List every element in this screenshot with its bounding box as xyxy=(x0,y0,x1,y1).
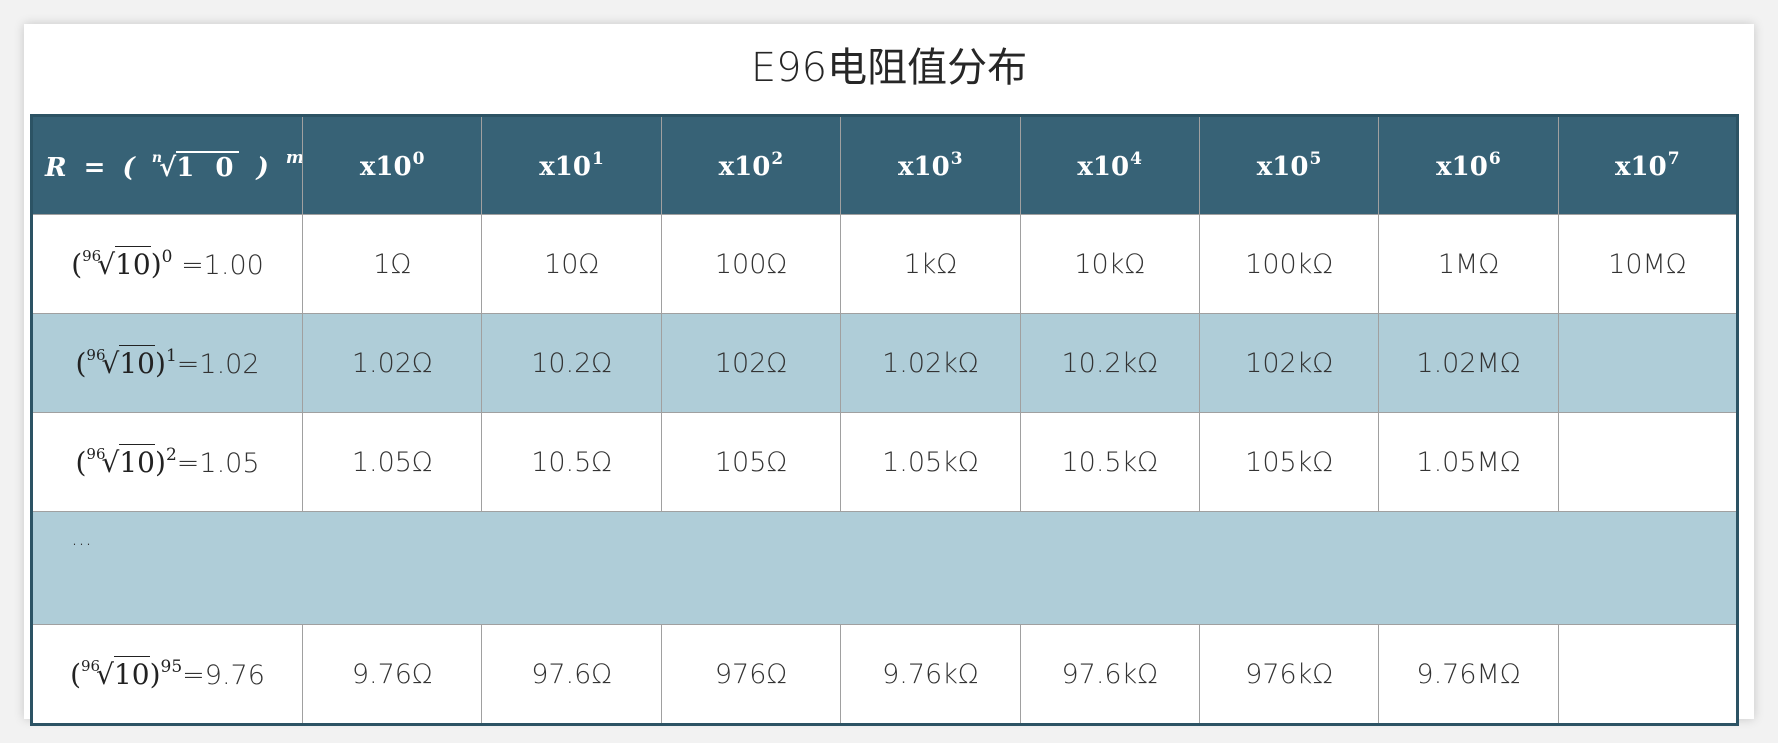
ellipsis-row: ... xyxy=(31,511,1738,625)
table-cell: 10Ω xyxy=(481,214,662,314)
table-cell: 10.5kΩ xyxy=(1019,412,1200,512)
radical-icon: √ xyxy=(101,446,120,479)
radical-icon: √ xyxy=(96,658,114,691)
table-cell xyxy=(1557,624,1739,725)
table-cell: 100kΩ xyxy=(1198,214,1380,314)
formula-equals: = xyxy=(83,153,106,183)
col-header: x101 xyxy=(481,115,662,215)
table-row: (96√10)0 =1.00 1Ω 10Ω 100Ω 1kΩ 10kΩ 100k… xyxy=(31,214,1739,314)
table-cell: 10.2kΩ xyxy=(1019,313,1200,413)
col-header: x102 xyxy=(660,115,842,215)
table-cell: 1.02Ω xyxy=(301,313,483,413)
col-header: x105 xyxy=(1198,115,1380,215)
formula: R = ( n√1 0 ) m xyxy=(45,148,302,183)
formula-radicand: 1 0 xyxy=(176,151,240,183)
table-cell: 102Ω xyxy=(660,313,842,413)
table-cell xyxy=(1557,313,1739,413)
ellipsis-cell: ... xyxy=(31,511,1738,625)
table-cell: 10.2Ω xyxy=(481,313,662,413)
row-formula: (96√10)0 =1.00 xyxy=(31,214,303,314)
document-card: E96电阻值分布 R = ( n√1 0 ) m x100 x101 x102 … xyxy=(24,24,1754,726)
table-cell: 976kΩ xyxy=(1198,624,1380,725)
table-cell: 976Ω xyxy=(660,624,842,725)
table-cell: 1.05MΩ xyxy=(1378,412,1559,512)
formula-lhs: R xyxy=(45,153,67,183)
formula-close-paren: ) xyxy=(256,153,269,183)
page-title: E96电阻值分布 xyxy=(750,45,1028,91)
table-row: (96√10)95=9.76 9.76Ω 97.6Ω 976Ω 9.76kΩ 9… xyxy=(31,624,1739,725)
table-cell: 100Ω xyxy=(660,214,842,314)
table-cell: 10MΩ xyxy=(1557,214,1739,314)
table-cell: 10.5Ω xyxy=(481,412,662,512)
col-header: x107 xyxy=(1557,115,1739,215)
row-formula: (96√10)1=1.02 xyxy=(31,313,303,413)
table-cell: 9.76MΩ xyxy=(1378,624,1559,725)
row-formula: (96√10)95=9.76 xyxy=(31,624,303,725)
table-cell: 1Ω xyxy=(301,214,483,314)
header-row: R = ( n√1 0 ) m x100 x101 x102 x103 x104… xyxy=(31,115,1739,215)
table-cell: 1.05kΩ xyxy=(840,412,1021,512)
radical-icon: √ xyxy=(159,153,177,183)
table-cell: 1MΩ xyxy=(1378,214,1559,314)
table-cell: 1.02MΩ xyxy=(1378,313,1559,413)
table-cell: 97.6Ω xyxy=(481,624,662,725)
col-header: x103 xyxy=(840,115,1021,215)
table-row: (96√10)2=1.05 1.05Ω 10.5Ω 105Ω 1.05kΩ 10… xyxy=(31,412,1739,512)
table-cell: 97.6kΩ xyxy=(1019,624,1200,725)
table-cell: 1kΩ xyxy=(840,214,1021,314)
radical-icon: √ xyxy=(101,347,120,380)
table-cell: 9.76kΩ xyxy=(840,624,1021,725)
formula-exponent: m xyxy=(285,148,303,168)
table-row: (96√10)1=1.02 1.02Ω 10.2Ω 102Ω 1.02kΩ 10… xyxy=(31,313,1739,413)
table-cell: 10kΩ xyxy=(1019,214,1200,314)
table-cell xyxy=(1557,412,1739,512)
table-cell: 1.02kΩ xyxy=(840,313,1021,413)
resistor-table: R = ( n√1 0 ) m x100 x101 x102 x103 x104… xyxy=(30,114,1739,726)
row-formula: (96√10)2=1.05 xyxy=(31,412,303,512)
col-header: x104 xyxy=(1019,115,1200,215)
table-cell: 1.05Ω xyxy=(301,412,483,512)
formula-open-paren: ( xyxy=(122,153,135,183)
formula-header: R = ( n√1 0 ) m xyxy=(31,115,303,215)
table-cell: 102kΩ xyxy=(1198,313,1380,413)
col-header: x100 xyxy=(301,115,483,215)
table-cell: 9.76Ω xyxy=(301,624,483,725)
col-header: x106 xyxy=(1378,115,1559,215)
radical-icon: √ xyxy=(97,248,116,281)
table-cell: 105Ω xyxy=(660,412,842,512)
table-cell: 105kΩ xyxy=(1198,412,1380,512)
